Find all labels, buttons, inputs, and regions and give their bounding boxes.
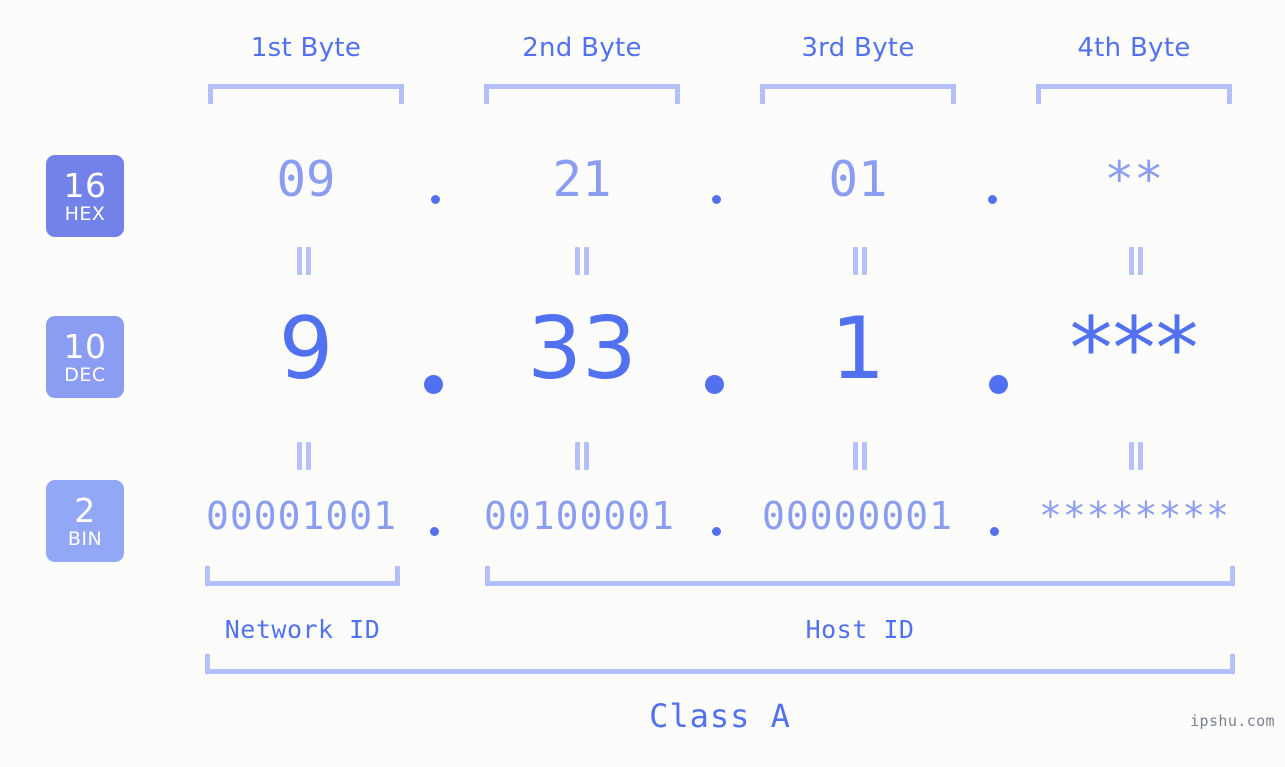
byte-bracket-top-4 [1036,84,1232,104]
network-id-bracket [205,566,400,586]
hex-byte-2: 21 [552,151,612,208]
dec-byte-4: *** [1069,299,1199,399]
dec-separator-dot-1 [424,375,443,394]
bin-separator-dot-1 [430,527,439,536]
dec-byte-2: 33 [527,299,637,399]
byte-header-3: 3rd Byte [801,33,915,63]
bin-separator-dot-2 [712,527,721,536]
equals-mark-dec-bin-4 [1126,442,1146,470]
hex-separator-dot-1 [431,195,440,204]
equals-mark-dec-bin-1 [294,442,314,470]
dec-byte-3: 1 [830,299,886,399]
bin-byte-2: 00100001 [483,494,676,538]
hex-byte-1: 09 [276,151,336,208]
bin-byte-4: ******** [1038,494,1231,538]
site-watermark: ipshu.com [1190,712,1275,730]
class-label: Class A [649,697,791,735]
radix-badge-hex-label: HEX [64,202,106,225]
network-id-label: Network ID [224,615,381,644]
hex-byte-4: ** [1104,151,1164,208]
dec-separator-dot-2 [705,375,724,394]
host-id-label: Host ID [805,615,915,644]
equals-mark-hex-dec-4 [1126,247,1146,275]
byte-bracket-top-3 [760,84,956,104]
hex-separator-dot-3 [988,195,997,204]
equals-mark-dec-bin-2 [572,442,592,470]
host-id-bracket [485,566,1235,586]
equals-mark-hex-dec-3 [850,247,870,275]
byte-bracket-top-1 [208,84,404,104]
radix-badge-dec-number: 10 [63,326,107,366]
hex-separator-dot-2 [712,195,721,204]
radix-badge-bin-number: 2 [74,490,96,530]
bin-separator-dot-3 [990,527,999,536]
byte-header-1: 1st Byte [250,33,362,63]
byte-header-4: 4th Byte [1077,33,1191,63]
equals-mark-dec-bin-3 [850,442,870,470]
radix-badge-dec-label: DEC [64,363,106,386]
byte-header-2: 2nd Byte [522,33,642,63]
radix-badge-hex-number: 16 [63,165,107,205]
radix-badge-bin: 2 BIN [46,480,124,562]
radix-badge-hex: 16 HEX [46,155,124,237]
dec-separator-dot-3 [989,375,1008,394]
radix-badge-dec: 10 DEC [46,316,124,398]
bin-byte-1: 00001001 [205,494,398,538]
equals-mark-hex-dec-1 [294,247,314,275]
radix-badge-bin-label: BIN [67,527,103,550]
byte-bracket-top-2 [484,84,680,104]
dec-byte-1: 9 [278,299,334,399]
ip-breakdown-diagram: 1st Byte 2nd Byte 3rd Byte 4th Byte 16 H… [0,0,1285,767]
hex-byte-3: 01 [828,151,888,208]
equals-mark-hex-dec-2 [572,247,592,275]
class-bracket [205,654,1235,674]
bin-byte-3: 00000001 [761,494,954,538]
